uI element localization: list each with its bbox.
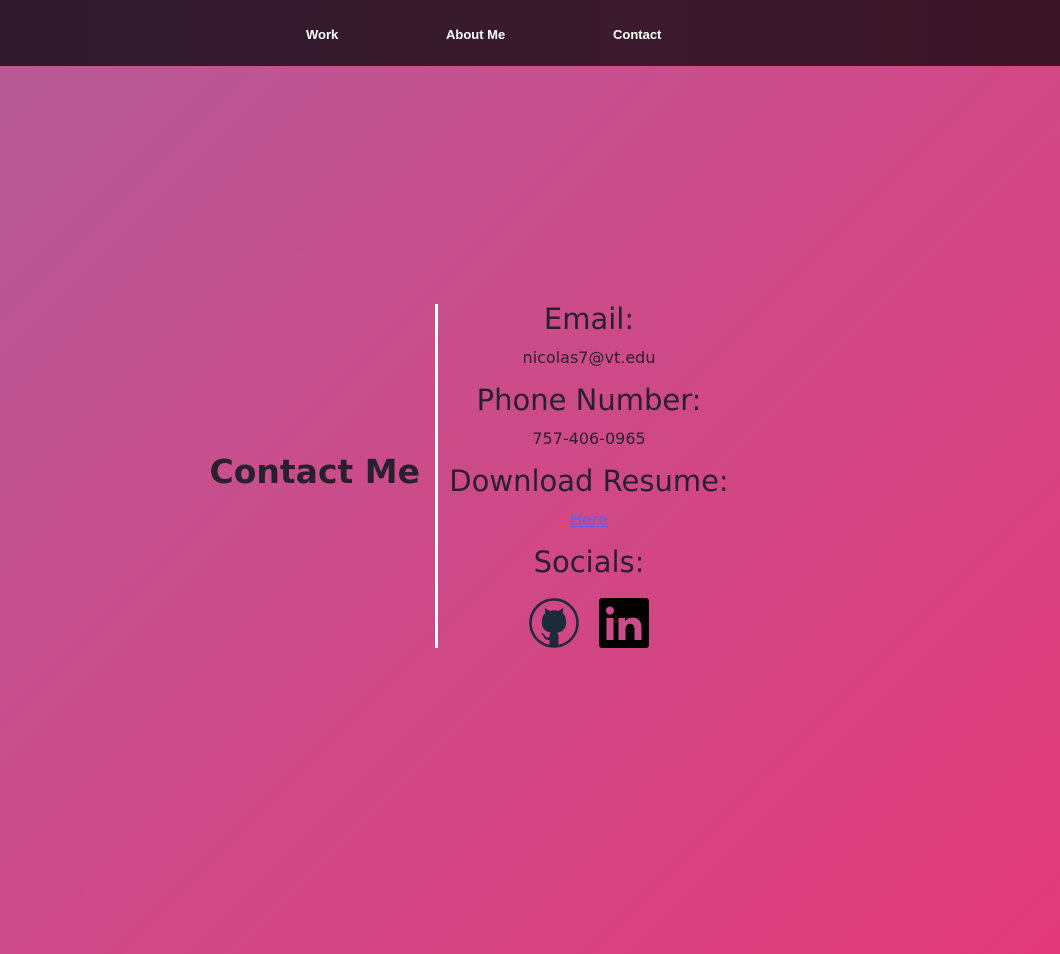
linkedin-icon[interactable] (599, 598, 649, 648)
email-value: nicolas7@vt.edu (522, 348, 656, 367)
phone-heading: Phone Number: (476, 383, 702, 417)
resume-link-container: Here (438, 510, 740, 529)
email-heading: Email: (543, 302, 635, 336)
socials-heading: Socials: (533, 545, 645, 579)
nav-link-contact[interactable]: Contact (613, 27, 661, 42)
nav-link-work[interactable]: Work (306, 27, 338, 42)
phone-value: 757-406-0965 (532, 429, 646, 448)
contact-title: Contact Me (209, 452, 420, 491)
github-icon[interactable] (529, 598, 579, 648)
resume-heading: Download Resume: (449, 464, 729, 498)
resume-download-link[interactable]: Here (570, 510, 608, 529)
top-nav-bar: Work About Me Contact (0, 0, 1060, 66)
nav-link-about-me[interactable]: About Me (446, 27, 505, 42)
